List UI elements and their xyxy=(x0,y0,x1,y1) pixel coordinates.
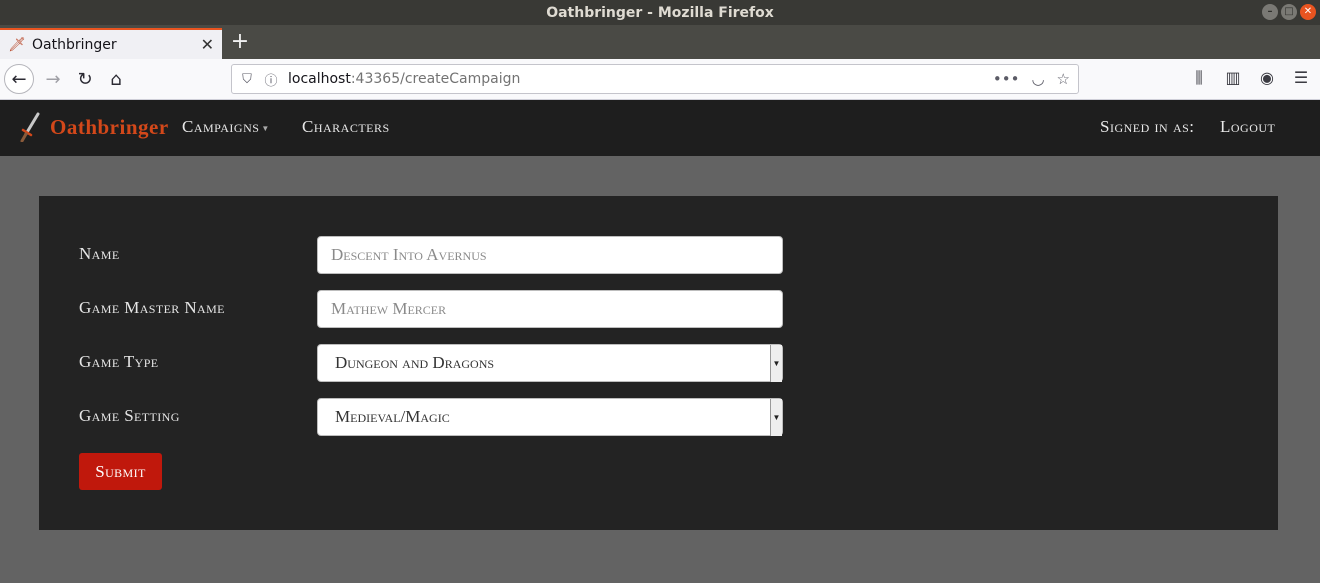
pocket-icon[interactable]: ◡ xyxy=(1031,70,1044,88)
game-setting-value: Medieval/Magic xyxy=(335,407,450,426)
nav-toolbar: ← → ↻ ⌂ ⛉ ⓘ localhost:43365/createCampai… xyxy=(0,59,1320,100)
close-window-icon[interactable]: ✕ xyxy=(1300,4,1316,20)
url-bar[interactable]: ⛉ ⓘ localhost:43365/createCampaign ••• ◡… xyxy=(231,64,1079,94)
app-navbar: Oathbringer Campaigns ▼ Characters Signed… xyxy=(0,100,1320,156)
nav-campaigns[interactable]: Campaigns ▼ xyxy=(182,117,270,137)
library-icon[interactable]: ⫼ xyxy=(1190,68,1208,88)
logout-link[interactable]: Logout xyxy=(1220,117,1275,137)
gm-name-row: Game Master Name xyxy=(79,290,783,328)
tab-strip: 🗡 Oathbringer ✕ + xyxy=(0,25,1320,59)
gm-name-label: Game Master Name xyxy=(79,298,225,317)
nav-characters[interactable]: Characters xyxy=(302,117,390,137)
sword-icon: 🗡 xyxy=(8,36,26,53)
page-content: Oathbringer Campaigns ▼ Characters Signed… xyxy=(0,100,1320,583)
create-campaign-form: Name Game Master Name Game Type Dungeon … xyxy=(39,196,1278,530)
close-tab-icon[interactable]: ✕ xyxy=(201,35,214,54)
game-type-value: Dungeon and Dragons xyxy=(335,353,495,372)
browser-tab[interactable]: 🗡 Oathbringer ✕ xyxy=(0,28,222,59)
tab-title: Oathbringer xyxy=(32,36,117,53)
home-icon[interactable]: ⌂ xyxy=(101,64,131,94)
game-setting-row: Game Setting Medieval/Magic ▼ xyxy=(79,398,783,436)
game-type-select[interactable]: Dungeon and Dragons ▼ xyxy=(317,344,783,382)
toolbar-right: ⫼ ▥ ◉ ☰ xyxy=(1190,68,1310,88)
dropdown-arrow-icon[interactable]: ▼ xyxy=(770,399,782,436)
bookmark-star-icon[interactable]: ☆ xyxy=(1057,70,1070,88)
reload-icon[interactable]: ↻ xyxy=(70,64,100,94)
campaign-name-input[interactable] xyxy=(317,236,783,274)
window-title: Oathbringer - Mozilla Firefox xyxy=(546,4,774,21)
nav-campaigns-label: Campaigns xyxy=(182,117,260,136)
back-icon[interactable]: ← xyxy=(4,64,34,94)
name-label: Name xyxy=(79,244,120,263)
signed-in-label: Signed in as: xyxy=(1100,117,1195,136)
window-titlebar: Oathbringer - Mozilla Firefox – □ ✕ xyxy=(0,0,1320,25)
name-row: Name xyxy=(79,236,783,274)
shield-icon[interactable]: ⛉ xyxy=(240,72,254,87)
url-actions: ••• ◡ ☆ xyxy=(993,70,1070,88)
sidebar-icon[interactable]: ▥ xyxy=(1224,68,1242,88)
sword-icon xyxy=(20,112,40,142)
url-path: :43365/createCampaign xyxy=(350,71,521,87)
menu-icon[interactable]: ☰ xyxy=(1292,68,1310,88)
page-actions-icon[interactable]: ••• xyxy=(993,70,1020,88)
submit-button[interactable]: Submit xyxy=(79,453,162,490)
caret-down-icon: ▼ xyxy=(261,123,270,133)
game-type-row: Game Type Dungeon and Dragons ▼ xyxy=(79,344,783,382)
forward-icon[interactable]: → xyxy=(38,64,68,94)
info-icon[interactable]: ⓘ xyxy=(264,70,278,89)
brand-link[interactable]: Oathbringer xyxy=(20,112,169,142)
gm-name-input[interactable] xyxy=(317,290,783,328)
minimize-icon[interactable]: – xyxy=(1262,4,1278,20)
maximize-icon[interactable]: □ xyxy=(1281,4,1297,20)
window-controls: – □ ✕ xyxy=(1262,4,1316,20)
game-type-label: Game Type xyxy=(79,352,159,371)
dropdown-arrow-icon[interactable]: ▼ xyxy=(770,345,782,382)
url-host: localhost xyxy=(288,71,351,87)
new-tab-icon[interactable]: + xyxy=(228,31,252,55)
account-icon[interactable]: ◉ xyxy=(1258,68,1276,88)
game-setting-select[interactable]: Medieval/Magic ▼ xyxy=(317,398,783,436)
game-setting-label: Game Setting xyxy=(79,406,180,425)
brand-name: Oathbringer xyxy=(50,114,169,139)
